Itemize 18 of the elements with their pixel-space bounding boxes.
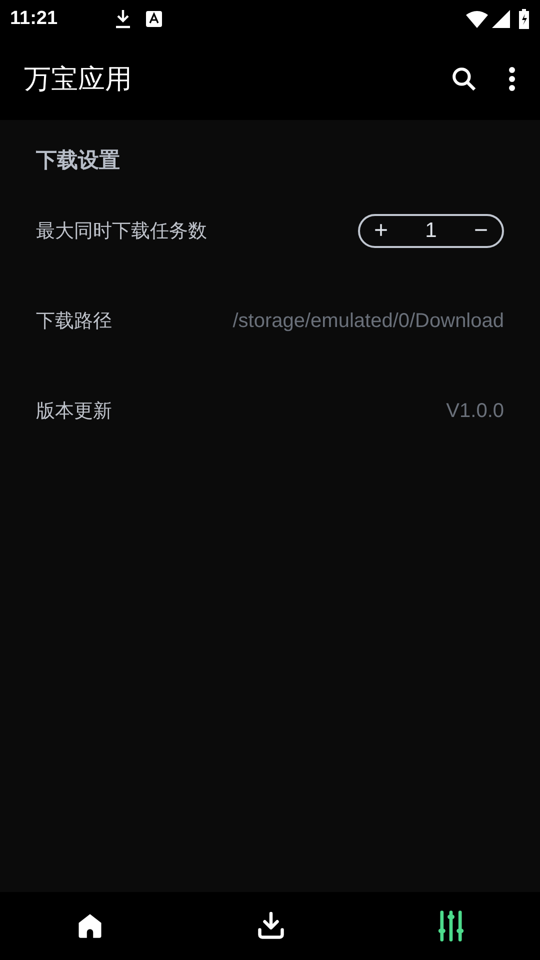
wifi-icon [466, 10, 488, 28]
signal-icon [492, 10, 510, 28]
setting-label: 最大同时下载任务数 [36, 219, 207, 244]
setting-value: V1.0.0 [446, 400, 504, 422]
download-icon [114, 9, 132, 29]
stepper-value: 1 [425, 219, 437, 243]
app-title: 万宝应用 [24, 63, 133, 97]
setting-label: 下载路径 [36, 309, 112, 334]
section-title: 下载设置 [36, 147, 121, 174]
setting-value: /storage/emulated/0/Download [232, 310, 504, 332]
decrement-button[interactable]: − [470, 219, 492, 243]
download-icon [255, 911, 287, 941]
setting-label: 版本更新 [36, 399, 112, 424]
increment-button[interactable]: + [370, 219, 392, 243]
sliders-icon [437, 909, 465, 943]
battery-icon [518, 9, 530, 29]
status-time: 11:21 [10, 8, 59, 30]
keyboard-icon [146, 11, 162, 27]
